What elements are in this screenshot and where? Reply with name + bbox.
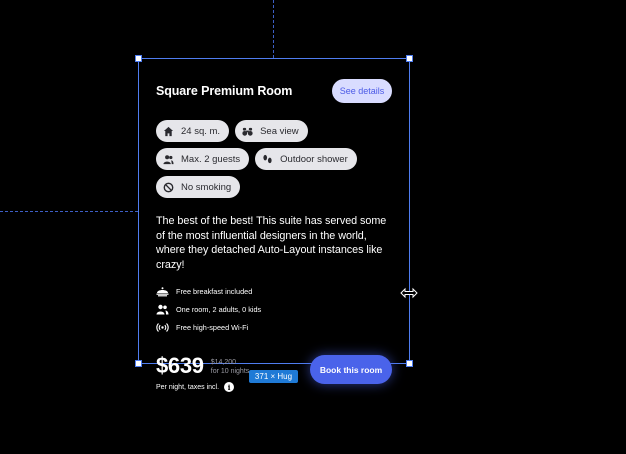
total-price-nights: for 10 nights xyxy=(210,368,250,375)
vertical-guide xyxy=(273,0,274,58)
footprints-icon xyxy=(263,154,272,163)
info-icon[interactable]: i xyxy=(224,382,235,392)
room-card: Square Premium Room See details 24 sq. m… xyxy=(139,59,409,392)
amenity-label: Free high-speed Wi-Fi xyxy=(176,322,249,332)
feature-chip-label: Max. 2 guests xyxy=(181,153,241,165)
feature-chip-guests: Max. 2 guests xyxy=(156,148,250,170)
wifi-icon xyxy=(156,322,169,332)
see-details-button[interactable]: See details xyxy=(332,79,392,103)
room-title: Square Premium Room xyxy=(156,84,293,98)
feature-chips: 24 sq. m. Sea view Max. 2 guests Outdoor… xyxy=(156,120,406,198)
amenity-item: Free high-speed Wi-Fi xyxy=(156,318,392,336)
selection-frame[interactable]: Square Premium Room See details 24 sq. m… xyxy=(135,55,413,392)
people-icon xyxy=(156,304,169,314)
total-price-amount: $14,200 xyxy=(210,359,237,366)
home-icon xyxy=(163,126,174,136)
price-block: $639 $14,200 for 10 nights Per night, ta… xyxy=(156,354,249,392)
binoculars-icon xyxy=(242,127,253,136)
amenities-list: Free breakfast included One room, 2 adul… xyxy=(156,282,392,336)
dimension-label: 371 × Hug xyxy=(249,370,298,383)
feature-chip-size: 24 sq. m. xyxy=(156,120,230,142)
price-note: Per night, taxes incl. i xyxy=(156,382,249,392)
horizontal-guide xyxy=(0,211,138,212)
total-price: $14,200 for 10 nights xyxy=(211,358,250,378)
price-line: $639 $14,200 for 10 nights xyxy=(156,354,249,378)
feature-chip-label: Sea view xyxy=(260,125,299,137)
card-header: Square Premium Room See details xyxy=(156,78,392,104)
feature-chip-view: Sea view xyxy=(235,120,308,142)
amenity-label: Free breakfast included xyxy=(176,286,253,296)
feature-chip-label: 24 sq. m. xyxy=(181,125,221,137)
amenity-item: One room, 2 adults, 0 kids xyxy=(156,300,392,318)
nightly-price: $639 xyxy=(156,353,204,378)
feature-chip-smoking: No smoking xyxy=(156,176,241,198)
amenity-label: One room, 2 adults, 0 kids xyxy=(176,304,262,314)
no-smoking-icon xyxy=(163,182,174,192)
price-note-text: Per night, taxes incl. xyxy=(156,383,220,391)
room-description: The best of the best! This suite has ser… xyxy=(156,215,387,271)
feature-chip-label: No smoking xyxy=(181,181,232,193)
guests-icon xyxy=(163,154,174,164)
book-room-button[interactable]: Book this room xyxy=(310,355,392,384)
feature-chip-shower: Outdoor shower xyxy=(255,148,357,170)
horizontal-resize-cursor-icon xyxy=(400,287,418,299)
amenity-item: Free breakfast included xyxy=(156,282,392,300)
feature-chip-label: Outdoor shower xyxy=(280,153,348,165)
breakfast-icon xyxy=(156,286,169,296)
